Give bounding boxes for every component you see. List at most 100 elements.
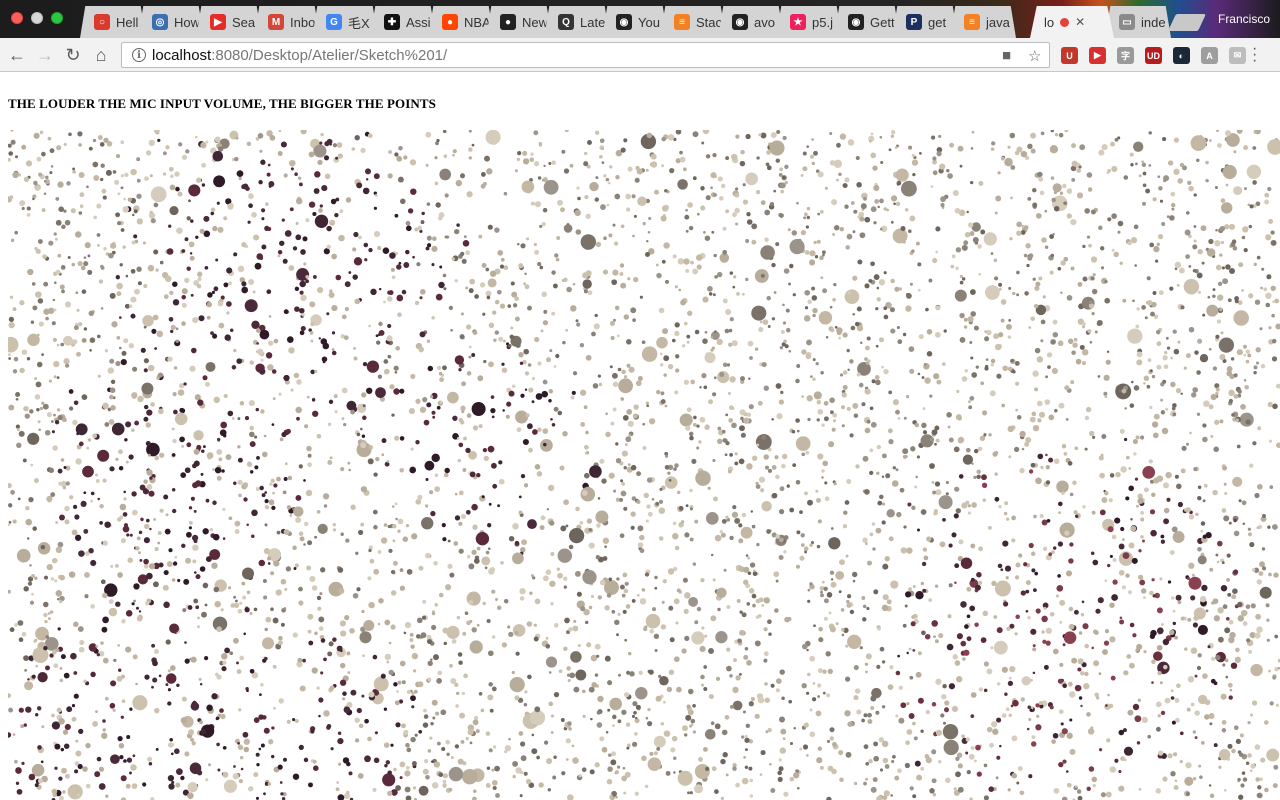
tab-12[interactable]: ★ p5.j <box>776 6 842 38</box>
sketch-point <box>712 152 717 158</box>
bookmark-star-icon[interactable]: ☆ <box>1028 47 1041 65</box>
tab-6[interactable]: ● NBA <box>428 6 494 38</box>
tab-8[interactable]: Q Late <box>544 6 610 38</box>
address-bar[interactable]: i localhost :8080/Desktop/Atelier/Sketch… <box>121 42 1050 68</box>
sketch-point <box>942 723 959 740</box>
sketch-point <box>1222 604 1228 609</box>
close-tab-icon[interactable]: ✕ <box>1075 15 1085 29</box>
sketch-point <box>906 547 913 554</box>
tab-17[interactable]: ▭ inde <box>1105 6 1171 38</box>
sketch-point <box>715 676 721 681</box>
sketch-point <box>512 679 518 686</box>
sketch-point <box>44 619 48 624</box>
steam-ext-icon[interactable]: ◐ <box>1173 47 1190 64</box>
sketch-point <box>298 531 304 536</box>
ublock-icon[interactable]: U <box>1061 47 1078 64</box>
sketch-point <box>98 279 104 284</box>
tab-5[interactable]: ✚ Assi <box>370 6 436 38</box>
sketch-point <box>525 413 530 418</box>
sketch-point <box>1062 683 1067 689</box>
home-icon[interactable]: ⌂ <box>89 43 113 67</box>
sketch-point <box>1190 595 1196 601</box>
kanji-ext-icon[interactable]: 字 <box>1117 47 1134 64</box>
tab-13[interactable]: ◉ Gett <box>834 6 900 38</box>
sketch-point <box>57 181 64 188</box>
forward-arrow-icon[interactable]: → <box>33 43 57 67</box>
tab-4[interactable]: G 毛X <box>312 6 378 38</box>
sketch-point <box>387 173 393 179</box>
sketch-point <box>654 649 658 652</box>
sketch-point <box>100 177 104 182</box>
sketch-point <box>1193 193 1197 197</box>
sketch-point <box>15 767 22 774</box>
tab-7[interactable]: ● New <box>486 6 552 38</box>
sketch-point <box>1108 703 1114 709</box>
sketch-point <box>1156 627 1164 635</box>
sketch-point <box>1163 518 1170 525</box>
sketch-point <box>801 452 806 457</box>
sketch-point <box>1251 700 1258 706</box>
sketch-point <box>310 729 315 734</box>
sketch-point <box>104 422 110 427</box>
tab-1[interactable]: ◎ How <box>138 6 204 38</box>
sketch-point <box>805 353 812 360</box>
sketch-point <box>686 340 690 344</box>
sketch-point <box>109 358 115 364</box>
sketch-point <box>820 590 823 594</box>
sketch-point <box>1041 519 1048 526</box>
info-icon[interactable]: i <box>132 48 146 62</box>
sketch-point <box>251 534 255 539</box>
camera-icon[interactable]: ■ <box>1002 47 1011 64</box>
tab-9[interactable]: ◉ You <box>602 6 668 38</box>
tab-11[interactable]: ◉ avo <box>718 6 784 38</box>
p5-star-icon: ★ <box>790 14 806 30</box>
tab-3[interactable]: M Inbo <box>254 6 320 38</box>
sketch-point <box>829 131 833 136</box>
play-ext-icon[interactable]: ▶ <box>1089 47 1106 64</box>
sketch-point <box>953 446 960 453</box>
translate-ext-icon[interactable]: A <box>1201 47 1218 64</box>
sketch-point <box>512 760 519 767</box>
sketch-point <box>57 468 63 474</box>
sketch-point <box>677 770 693 786</box>
sketch-point <box>1134 264 1137 267</box>
back-arrow-icon[interactable]: ← <box>5 43 29 67</box>
sketch-point <box>1184 229 1191 236</box>
sketch-point <box>1217 607 1224 614</box>
sketch-point <box>290 388 294 392</box>
sketch-point <box>536 471 543 477</box>
sketch-canvas[interactable] <box>8 130 1280 800</box>
close-window-button[interactable] <box>11 12 23 24</box>
sketch-point <box>410 736 416 743</box>
sketch-point <box>457 458 461 463</box>
profile-name[interactable]: Francisco <box>1218 12 1270 26</box>
tab-15[interactable]: ≡ java <box>950 6 1016 38</box>
sketch-point <box>756 443 760 447</box>
tab-16[interactable]: lo ✕ <box>1030 6 1114 38</box>
reload-icon[interactable]: ↻ <box>61 43 85 67</box>
sketch-point <box>196 177 202 183</box>
sketch-point <box>357 772 364 779</box>
more-menu-icon[interactable]: · · · <box>1252 41 1257 69</box>
tab-10[interactable]: ≡ Stac <box>660 6 726 38</box>
mail-ext-icon[interactable]: ✉ <box>1229 47 1246 64</box>
tab-2[interactable]: ▶ Sea <box>196 6 262 38</box>
sketch-point <box>1274 298 1280 304</box>
new-tab-button[interactable] <box>1168 14 1206 31</box>
sketch-point <box>729 453 733 457</box>
sketch-point <box>271 369 277 374</box>
sketch-point <box>894 146 898 149</box>
sketch-point <box>948 683 956 690</box>
sketch-point <box>696 606 702 612</box>
tab-0[interactable]: ○ Hell <box>80 6 146 38</box>
sketch-point <box>703 687 708 691</box>
sketch-point <box>673 656 680 663</box>
tab-14[interactable]: Pget <box>892 6 958 38</box>
minimize-window-button[interactable] <box>31 12 43 24</box>
ud-ext-icon[interactable]: UD <box>1145 47 1162 64</box>
sketch-point <box>195 605 200 610</box>
maximize-window-button[interactable] <box>51 12 63 24</box>
sketch-point <box>37 420 41 424</box>
sketch-point <box>261 244 267 250</box>
sketch-point <box>1122 552 1130 559</box>
